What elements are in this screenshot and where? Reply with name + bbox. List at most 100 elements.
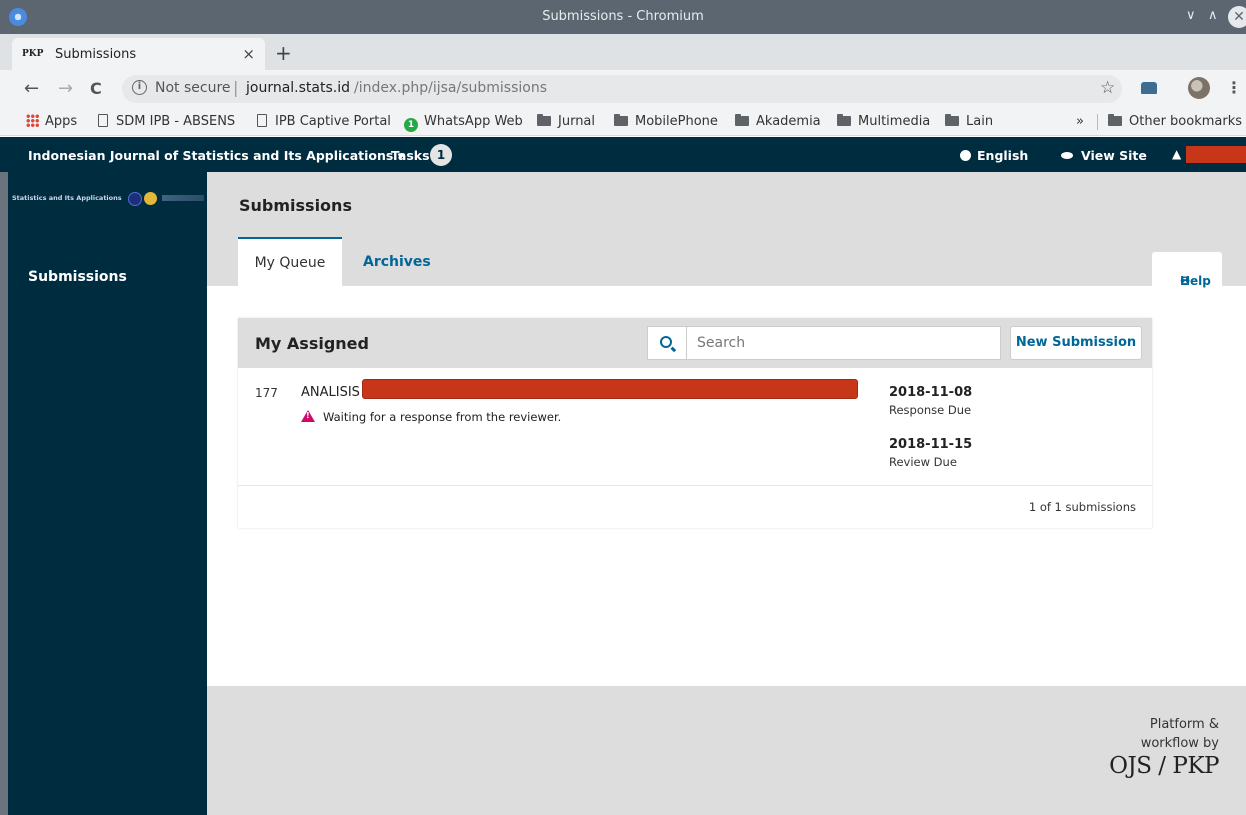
url-host: journal.stats.id <box>246 80 351 96</box>
logo-seal-icon <box>128 192 142 206</box>
address-separator: | <box>233 78 239 97</box>
bookmark-folder-mobilephone[interactable]: MobilePhone <box>614 114 718 129</box>
bookmark-label: Apps <box>45 114 78 129</box>
submission-id: 177 <box>255 386 278 400</box>
bookmark-folder-akademia[interactable]: Akademia <box>735 114 821 129</box>
panel-header: My Assigned New Submission <box>238 318 1152 368</box>
bookmark-label: Multimedia <box>858 114 931 129</box>
help-label: Help <box>1180 274 1211 288</box>
bookmark-sdm-ipb[interactable]: SDM IPB - ABSENS <box>98 114 235 129</box>
tab-close-icon[interactable]: × <box>242 45 255 63</box>
folder-icon <box>837 114 851 126</box>
folder-icon <box>537 114 551 126</box>
pkp-favicon-icon: PKP <box>22 49 44 59</box>
globe-icon <box>960 150 971 161</box>
page-icon <box>98 114 108 127</box>
folder-icon <box>1108 114 1122 126</box>
submission-row[interactable]: 177 ANALISIS Waiting for a response from… <box>238 368 1152 486</box>
tab-strip: PKP Submissions × + <box>0 34 1246 70</box>
tab-archives[interactable]: Archives <box>363 254 431 270</box>
tasks-link[interactable]: Tasks <box>391 148 430 163</box>
sidebar: Statistics and Its Applications Submissi… <box>8 172 207 815</box>
profile-avatar[interactable] <box>1188 77 1210 99</box>
window-close-button[interactable]: ✕ <box>1228 6 1246 28</box>
maximize-button[interactable]: ∧ <box>1208 8 1218 23</box>
info-icon[interactable]: i <box>132 80 147 95</box>
bookmark-other-bookmarks[interactable]: Other bookmarks <box>1108 114 1242 129</box>
new-submission-button[interactable]: New Submission <box>1010 326 1142 360</box>
app-navbar: Indonesian Journal of Statistics and Its… <box>0 137 1246 172</box>
bookmark-label: MobilePhone <box>635 114 718 129</box>
user-icon[interactable]: ▲ <box>1172 147 1181 161</box>
search-button[interactable] <box>647 326 687 360</box>
extension-icon[interactable] <box>1141 82 1157 94</box>
bookmarks-overflow-icon[interactable]: » <box>1076 114 1084 129</box>
journal-logo[interactable]: Statistics and Its Applications <box>12 192 204 208</box>
forward-button[interactable]: → <box>58 78 73 99</box>
warning-icon <box>301 410 315 422</box>
security-status: Not secure <box>155 80 231 96</box>
page-header: Submissions My Queue Archives ❶ Help <box>207 172 1246 288</box>
bookmark-label: Lain <box>966 114 994 129</box>
bookmark-label: Other bookmarks <box>1129 114 1243 129</box>
browser-tab-title: Submissions <box>55 47 137 62</box>
language-label: English <box>977 148 1029 163</box>
bookmark-folder-multimedia[interactable]: Multimedia <box>837 114 930 129</box>
minimize-button[interactable]: ∨ <box>1186 8 1196 23</box>
window-title: Submissions - Chromium <box>542 9 704 24</box>
logo-subtext <box>162 195 204 201</box>
tab-label: My Queue <box>254 255 326 271</box>
my-assigned-panel: My Assigned New Submission 177 ANALISIS … <box>238 318 1152 528</box>
bookmark-label: WhatsApp Web <box>424 114 523 129</box>
address-bar[interactable]: i Not secure | journal.stats.id /index.p… <box>122 75 1122 103</box>
bookmarks-bar: Apps SDM IPB - ABSENS IPB Captive Portal… <box>0 108 1246 136</box>
browser-tab-submissions[interactable]: PKP Submissions × <box>12 38 265 70</box>
title-redaction <box>362 379 858 399</box>
submission-status: Waiting for a response from the reviewer… <box>301 410 561 424</box>
page-title: Submissions <box>239 196 352 215</box>
browser-menu-icon[interactable]: ⋮ <box>1226 78 1242 97</box>
panel-title: My Assigned <box>255 334 369 353</box>
bookmark-label: Akademia <box>756 114 821 129</box>
language-selector[interactable]: English <box>960 148 1028 163</box>
response-due-date: 2018-11-08 <box>889 385 973 400</box>
view-site-link[interactable]: View Site <box>1061 148 1147 163</box>
status-text: Waiting for a response from the reviewer… <box>323 410 562 424</box>
new-tab-button[interactable]: + <box>275 41 292 65</box>
main-content: Submissions My Queue Archives ❶ Help My … <box>207 172 1246 815</box>
tasks-count-badge[interactable]: 1 <box>430 144 452 166</box>
page-icon <box>257 114 267 127</box>
back-button[interactable]: ← <box>24 78 39 99</box>
bookmark-label: Jurnal <box>558 114 596 129</box>
folder-icon <box>735 114 749 126</box>
submission-count: 1 of 1 submissions <box>1028 500 1136 514</box>
folder-icon <box>614 114 628 126</box>
journal-switcher[interactable]: Indonesian Journal of Statistics and Its… <box>28 148 404 163</box>
bookmark-ipb-captive-portal[interactable]: IPB Captive Portal <box>257 114 391 129</box>
bookmark-apps[interactable]: Apps <box>26 114 77 129</box>
reload-button[interactable]: C <box>90 79 102 98</box>
review-due-label: Review Due <box>889 455 957 469</box>
tab-my-queue[interactable]: My Queue <box>238 237 342 286</box>
footer-platform-text: Platform & <box>1149 717 1219 732</box>
footer: Platform & workflow by OJS / PKP <box>207 686 1246 815</box>
submission-title[interactable]: ANALISIS <box>301 385 360 400</box>
bookmark-star-icon[interactable]: ☆ <box>1100 78 1115 98</box>
help-button[interactable]: ❶ Help <box>1152 252 1222 288</box>
apps-grid-icon <box>26 114 39 127</box>
username-redacted[interactable] <box>1186 146 1246 163</box>
bookmark-folder-jurnal[interactable]: Jurnal <box>537 114 595 129</box>
logo-text: Statistics and Its Applications <box>12 194 122 202</box>
search-input[interactable] <box>687 326 1001 360</box>
review-due-date: 2018-11-15 <box>889 437 973 452</box>
bookmark-whatsapp-web[interactable]: 1 WhatsApp Web <box>404 114 523 132</box>
footer-workflow-text: workflow by <box>1140 736 1219 751</box>
screen-edge <box>0 172 8 815</box>
view-site-label: View Site <box>1081 148 1147 163</box>
browser-toolbar: ← → C i Not secure | journal.stats.id /i… <box>0 70 1246 108</box>
sidebar-item-submissions[interactable]: Submissions <box>28 269 127 285</box>
bookmark-label: IPB Captive Portal <box>275 114 391 129</box>
ojs-pkp-logo[interactable]: OJS / PKP <box>1109 753 1219 779</box>
folder-icon <box>945 114 959 126</box>
bookmark-folder-lain[interactable]: Lain <box>945 114 993 129</box>
